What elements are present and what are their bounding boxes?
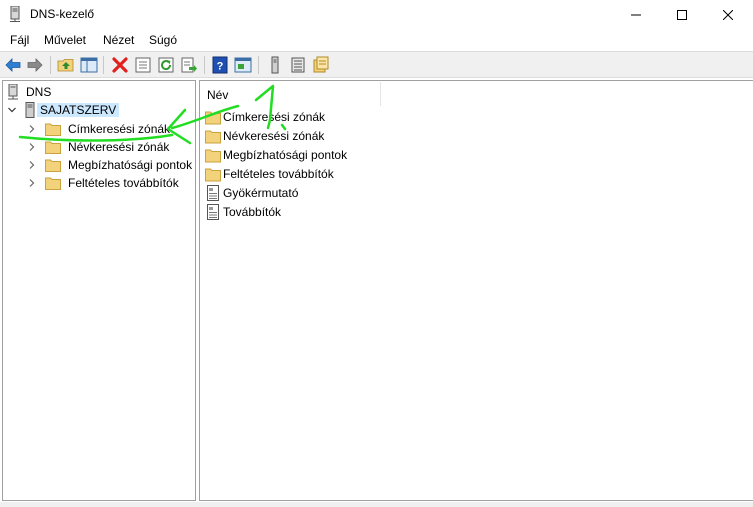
list-item-label: Gyökérmutató <box>223 186 299 200</box>
list-item-label: Feltételes továbbítók <box>223 167 334 181</box>
back-icon[interactable] <box>4 56 22 74</box>
menu-view[interactable]: Nézet <box>103 33 134 47</box>
menu-action[interactable]: Művelet <box>44 33 86 47</box>
chevron-right-icon[interactable] <box>27 160 37 170</box>
chevron-right-icon[interactable] <box>27 178 37 188</box>
folder-icon <box>45 141 61 154</box>
document-icon <box>207 204 219 220</box>
tree-item-label: Feltételes továbbítók <box>68 176 179 190</box>
properties-icon[interactable] <box>134 56 152 74</box>
list-item[interactable]: Feltételes továbbítók <box>205 165 334 183</box>
list-item[interactable]: Névkeresési zónák <box>205 127 324 145</box>
server-icon <box>25 102 35 118</box>
menu-bar: Fájl Művelet Nézet Súgó <box>0 30 753 50</box>
tree-item-forward-zones[interactable]: Névkeresési zónák <box>27 138 172 156</box>
status-bar <box>0 502 753 507</box>
chevron-down-icon[interactable] <box>7 105 17 115</box>
list-item-label: Címkeresési zónák <box>223 110 326 124</box>
tree-item-label: Címkeresési zónák <box>68 122 171 136</box>
list-item[interactable]: Továbbítók <box>205 203 281 221</box>
list-item-label: Megbízhatósági pontok <box>223 148 348 162</box>
list-item-label: Továbbítók <box>223 205 282 219</box>
folder-icon <box>45 159 61 172</box>
tree-item-server[interactable]: SAJATSZERV <box>7 101 120 119</box>
maximize-icon <box>677 10 687 20</box>
export-list-icon[interactable] <box>180 56 198 74</box>
folder-icon <box>205 149 221 163</box>
tree-item-label: DNS <box>26 85 52 99</box>
minimize-icon <box>631 14 641 16</box>
folder-new-icon[interactable] <box>312 56 330 74</box>
svg-text:?: ? <box>217 61 224 73</box>
document-icon <box>207 185 219 201</box>
dns-server-icon <box>10 6 20 22</box>
folder-icon <box>205 168 221 182</box>
show-hide-tree-icon[interactable] <box>80 56 98 74</box>
tree-pane: DNS SAJATSZERV Címkeresési zónák Névkere… <box>2 80 196 501</box>
chevron-right-icon[interactable] <box>27 124 37 134</box>
folder-icon <box>205 111 221 125</box>
tree-item-dns[interactable]: DNS <box>7 83 54 101</box>
title-bar: DNS-kezelő <box>0 0 753 30</box>
folder-icon <box>45 123 61 136</box>
chevron-right-icon[interactable] <box>27 142 37 152</box>
list-pane: Név Címkeresési zónák Névkeresési zónák … <box>199 80 753 501</box>
minimize-button[interactable] <box>613 0 659 30</box>
tree-item-trust-points[interactable]: Megbízhatósági pontok <box>27 156 195 174</box>
list-item[interactable]: Megbízhatósági pontok <box>205 146 347 164</box>
tree-item-label: Névkeresési zónák <box>68 140 170 154</box>
refresh-icon[interactable] <box>157 56 175 74</box>
column-header-name[interactable]: Név <box>201 82 381 106</box>
tree-item-reverse-zones[interactable]: Címkeresési zónák <box>27 120 173 138</box>
tree-item-conditional-forwarders[interactable]: Feltételes továbbítók <box>27 174 182 192</box>
folder-icon <box>45 177 61 190</box>
menu-file[interactable]: Fájl <box>10 33 29 47</box>
tree-item-label: Megbízhatósági pontok <box>68 158 193 172</box>
forward-icon[interactable] <box>26 56 44 74</box>
delete-icon[interactable] <box>111 56 129 74</box>
up-folder-icon[interactable] <box>57 56 75 74</box>
list-item[interactable]: Címkeresési zónák <box>205 108 325 126</box>
list-icon[interactable] <box>289 56 307 74</box>
close-button[interactable] <box>705 0 751 30</box>
list-item-label: Névkeresési zónák <box>223 129 325 143</box>
window-title: DNS-kezelő <box>30 7 95 21</box>
console-view-icon[interactable] <box>234 56 252 74</box>
list-item[interactable]: Gyökérmutató <box>205 184 298 202</box>
server-icon[interactable] <box>266 56 284 74</box>
help-icon[interactable]: ? <box>211 56 229 74</box>
maximize-button[interactable] <box>659 0 705 30</box>
folder-icon <box>205 130 221 144</box>
menu-help[interactable]: Súgó <box>149 33 177 47</box>
dns-server-icon <box>8 84 18 100</box>
tree-item-label: SAJATSZERV <box>37 103 120 117</box>
toolbar: ? <box>0 51 753 78</box>
column-header-label: Név <box>207 88 229 102</box>
close-icon <box>723 10 733 20</box>
